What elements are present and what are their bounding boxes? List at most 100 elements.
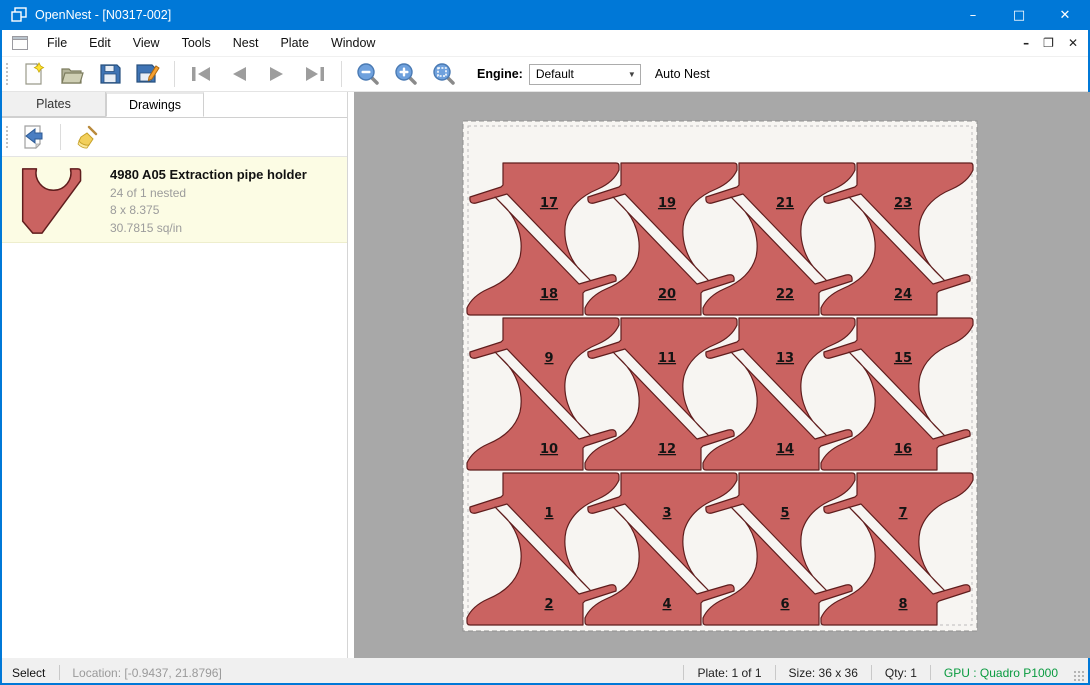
new-nest-button[interactable] (21, 61, 47, 87)
tab-drawings[interactable]: Drawings (106, 92, 204, 117)
next-arrow-icon (266, 65, 288, 83)
toolbar-grip[interactable] (5, 62, 9, 86)
mdi-minimize-icon[interactable]: – (1023, 37, 1029, 49)
first-arrow-icon (189, 65, 213, 83)
svg-text:22: 22 (776, 287, 794, 302)
window-title: OpenNest - [N0317-002] (35, 8, 171, 22)
drawing-dimensions: 8 x 8.375 (110, 203, 307, 217)
mdi-child-icon[interactable] (12, 36, 28, 50)
status-gpu: GPU : Quadro P1000 (931, 666, 1071, 680)
resize-grip[interactable] (1073, 670, 1085, 682)
menu-tools[interactable]: Tools (171, 31, 222, 55)
svg-text:3: 3 (662, 506, 671, 521)
zoom-out-icon (356, 62, 380, 86)
app-icon (11, 7, 27, 23)
open-button[interactable] (59, 61, 85, 87)
svg-text:9: 9 (544, 351, 553, 366)
first-plate-button[interactable] (188, 61, 214, 87)
import-arrow-icon (22, 125, 46, 149)
engine-label: Engine: (477, 67, 523, 81)
last-arrow-icon (303, 65, 327, 83)
svg-text:13: 13 (776, 351, 794, 366)
minimize-button[interactable]: – (950, 0, 996, 30)
svg-text:12: 12 (658, 442, 676, 457)
drawing-list-item[interactable]: 4980 A05 Extraction pipe holder 24 of 1 … (2, 157, 347, 243)
menu-bar: File Edit View Tools Nest Plate Window –… (2, 30, 1088, 57)
toolbar-separator (174, 61, 175, 87)
svg-text:15: 15 (894, 351, 912, 366)
tab-plates[interactable]: Plates (2, 92, 106, 117)
svg-text:5: 5 (780, 506, 789, 521)
panel-toolbar (2, 118, 347, 157)
status-location: Location: [-0.9437, 21.8796] (60, 666, 233, 680)
mdi-close-icon[interactable]: ✕ (1068, 37, 1078, 49)
mdi-restore-icon[interactable]: ❐ (1043, 37, 1054, 49)
menu-edit[interactable]: Edit (78, 31, 122, 55)
svg-text:17: 17 (540, 196, 558, 211)
drawings-panel: Plates Drawings 4980 A05 Extraction pipe… (2, 92, 348, 658)
svg-text:8: 8 (898, 597, 907, 612)
new-document-icon (23, 62, 45, 86)
broom-icon (75, 125, 99, 149)
svg-text:20: 20 (658, 287, 676, 302)
status-qty: Qty: 1 (872, 666, 930, 680)
zoom-in-button[interactable] (393, 61, 419, 87)
open-folder-icon (60, 63, 84, 85)
panel-toolbar-grip[interactable] (5, 125, 9, 149)
save-as-icon (136, 63, 160, 85)
svg-text:2: 2 (544, 597, 553, 612)
panel-tabs: Plates Drawings (2, 92, 347, 118)
status-plate-size: Size: 36 x 36 (776, 666, 871, 680)
svg-text:21: 21 (776, 196, 794, 211)
close-button[interactable]: ✕ (1042, 0, 1088, 30)
svg-text:19: 19 (658, 196, 676, 211)
zoom-fit-icon (432, 62, 456, 86)
clear-drawings-button[interactable] (73, 123, 101, 151)
save-as-button[interactable] (135, 61, 161, 87)
status-plate-count: Plate: 1 of 1 (684, 666, 774, 680)
previous-plate-button[interactable] (226, 61, 252, 87)
svg-text:7: 7 (898, 506, 907, 521)
svg-text:6: 6 (780, 597, 789, 612)
next-plate-button[interactable] (264, 61, 290, 87)
toolbar-separator (341, 61, 342, 87)
engine-selected-value: Default (536, 67, 574, 81)
svg-text:23: 23 (894, 196, 912, 211)
panel-toolbar-separator (60, 124, 61, 150)
engine-select[interactable]: Default ▼ (529, 64, 641, 85)
svg-text:16: 16 (894, 442, 912, 457)
svg-text:14: 14 (776, 442, 794, 457)
drawing-title: 4980 A05 Extraction pipe holder (110, 167, 307, 182)
main-toolbar: Engine: Default ▼ Auto Nest (2, 57, 1088, 92)
save-button[interactable] (97, 61, 123, 87)
svg-text:10: 10 (540, 442, 558, 457)
drawing-nested-count: 24 of 1 nested (110, 186, 307, 200)
svg-text:11: 11 (658, 351, 676, 366)
title-bar[interactable]: OpenNest - [N0317-002] – □ ✕ (2, 0, 1088, 30)
nest-drawing[interactable]: 171819202122232491011121314151612345678 (354, 92, 1090, 658)
svg-text:1: 1 (544, 506, 553, 521)
menu-view[interactable]: View (122, 31, 171, 55)
status-bar: Select Location: [-0.9437, 21.8796] Plat… (2, 662, 1088, 683)
svg-text:24: 24 (894, 287, 912, 302)
status-mode: Select (2, 666, 59, 680)
part-thumbnail (20, 167, 86, 235)
chevron-down-icon: ▼ (628, 70, 636, 79)
last-plate-button[interactable] (302, 61, 328, 87)
save-icon (99, 63, 121, 85)
zoom-in-icon (394, 62, 418, 86)
drawing-area: 30.7815 sq/in (110, 221, 307, 235)
import-drawing-button[interactable] (20, 123, 48, 151)
menu-file[interactable]: File (36, 31, 78, 55)
previous-arrow-icon (228, 65, 250, 83)
menu-plate[interactable]: Plate (269, 31, 320, 55)
zoom-fit-button[interactable] (431, 61, 457, 87)
zoom-out-button[interactable] (355, 61, 381, 87)
svg-text:4: 4 (662, 597, 671, 612)
auto-nest-button[interactable]: Auto Nest (655, 67, 710, 81)
maximize-button[interactable]: □ (996, 0, 1042, 30)
menu-window[interactable]: Window (320, 31, 386, 55)
nest-canvas[interactable]: 171819202122232491011121314151612345678 (354, 92, 1090, 658)
menu-nest[interactable]: Nest (222, 31, 270, 55)
svg-text:18: 18 (540, 287, 558, 302)
